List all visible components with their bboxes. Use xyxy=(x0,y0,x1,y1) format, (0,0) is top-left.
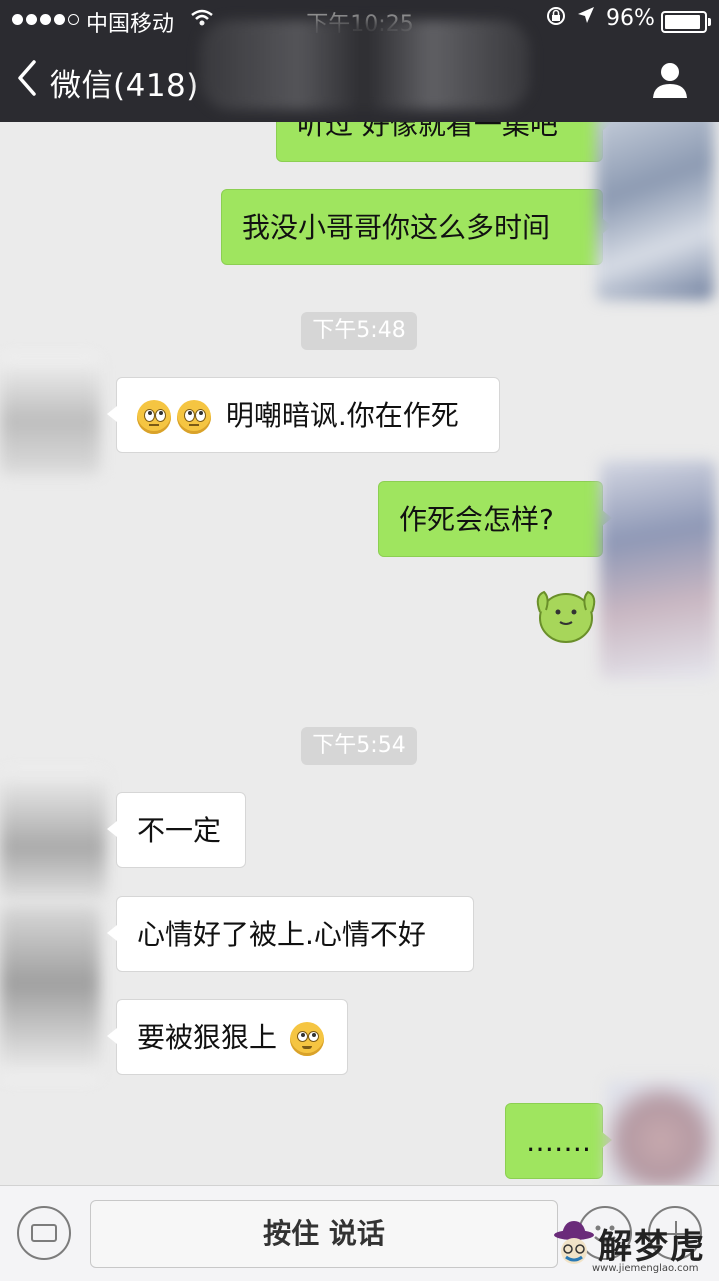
message-text: 明嘲暗讽.你在作死 xyxy=(225,399,459,432)
contact-avatar[interactable] xyxy=(0,770,106,900)
detective-hat-icon xyxy=(554,1221,594,1264)
contact-avatar[interactable] xyxy=(0,905,100,1080)
received-message[interactable]: 心情好了被上.心情不好 xyxy=(107,896,474,972)
watermark-url: www.jiemenglao.com xyxy=(592,1263,699,1274)
smiling-emoji-icon xyxy=(289,1022,324,1056)
keyboard-icon xyxy=(31,1224,57,1242)
chat-info-button[interactable] xyxy=(650,60,690,100)
timestamp: 下午5:48 xyxy=(301,312,417,350)
message-text: 我没小哥哥你这么多时间 xyxy=(242,211,551,244)
redacted-contact-name xyxy=(200,20,530,110)
message-text: ……. xyxy=(526,1125,591,1158)
received-message[interactable]: 要被狠狠上 xyxy=(107,999,348,1075)
message-text: 不一定 xyxy=(137,814,222,847)
rolling-eyes-emoji-icon xyxy=(137,400,171,434)
back-label[interactable]: 微信(418) xyxy=(50,60,199,105)
green-monster-sticker[interactable] xyxy=(532,582,600,644)
watermark-name: 解梦虎 xyxy=(598,1227,706,1267)
top-bar: 中国移动 下午10:25 96% 微信(418) xyxy=(0,0,719,122)
message-text: 心情好了被上.心情不好 xyxy=(137,918,426,951)
chevron-left-icon xyxy=(18,60,36,96)
signal-strength-icon xyxy=(12,9,79,25)
keyboard-toggle-button[interactable] xyxy=(17,1206,71,1260)
battery-icon xyxy=(661,11,711,33)
message-text: 作死会怎样? xyxy=(399,503,554,536)
carrier-name: 中国移动 xyxy=(86,12,175,37)
person-icon xyxy=(653,63,687,98)
rolling-eyes-emoji-icon xyxy=(177,400,211,434)
sent-message[interactable]: 我没小哥哥你这么多时间 xyxy=(221,189,612,265)
location-arrow-icon xyxy=(576,5,596,31)
message-text: 要被狠狠上 xyxy=(137,1021,278,1054)
timestamp: 下午5:54 xyxy=(301,727,417,765)
my-avatar[interactable] xyxy=(600,460,716,680)
battery-percent: 96% xyxy=(606,6,655,31)
rotation-lock-icon xyxy=(545,5,567,33)
sent-message[interactable]: ……. xyxy=(505,1103,612,1179)
watermark-logo: 解梦虎 www.jiemenglao.com xyxy=(552,1215,712,1277)
my-avatar[interactable] xyxy=(606,1080,716,1190)
contact-avatar[interactable] xyxy=(0,355,100,475)
received-message[interactable]: 明嘲暗讽.你在作死 xyxy=(107,377,500,453)
sent-message[interactable]: 作死会怎样? xyxy=(378,481,612,557)
received-message[interactable]: 不一定 xyxy=(107,792,246,868)
my-avatar[interactable] xyxy=(596,110,714,300)
hold-to-talk-button[interactable]: 按住 说话 xyxy=(90,1200,558,1268)
